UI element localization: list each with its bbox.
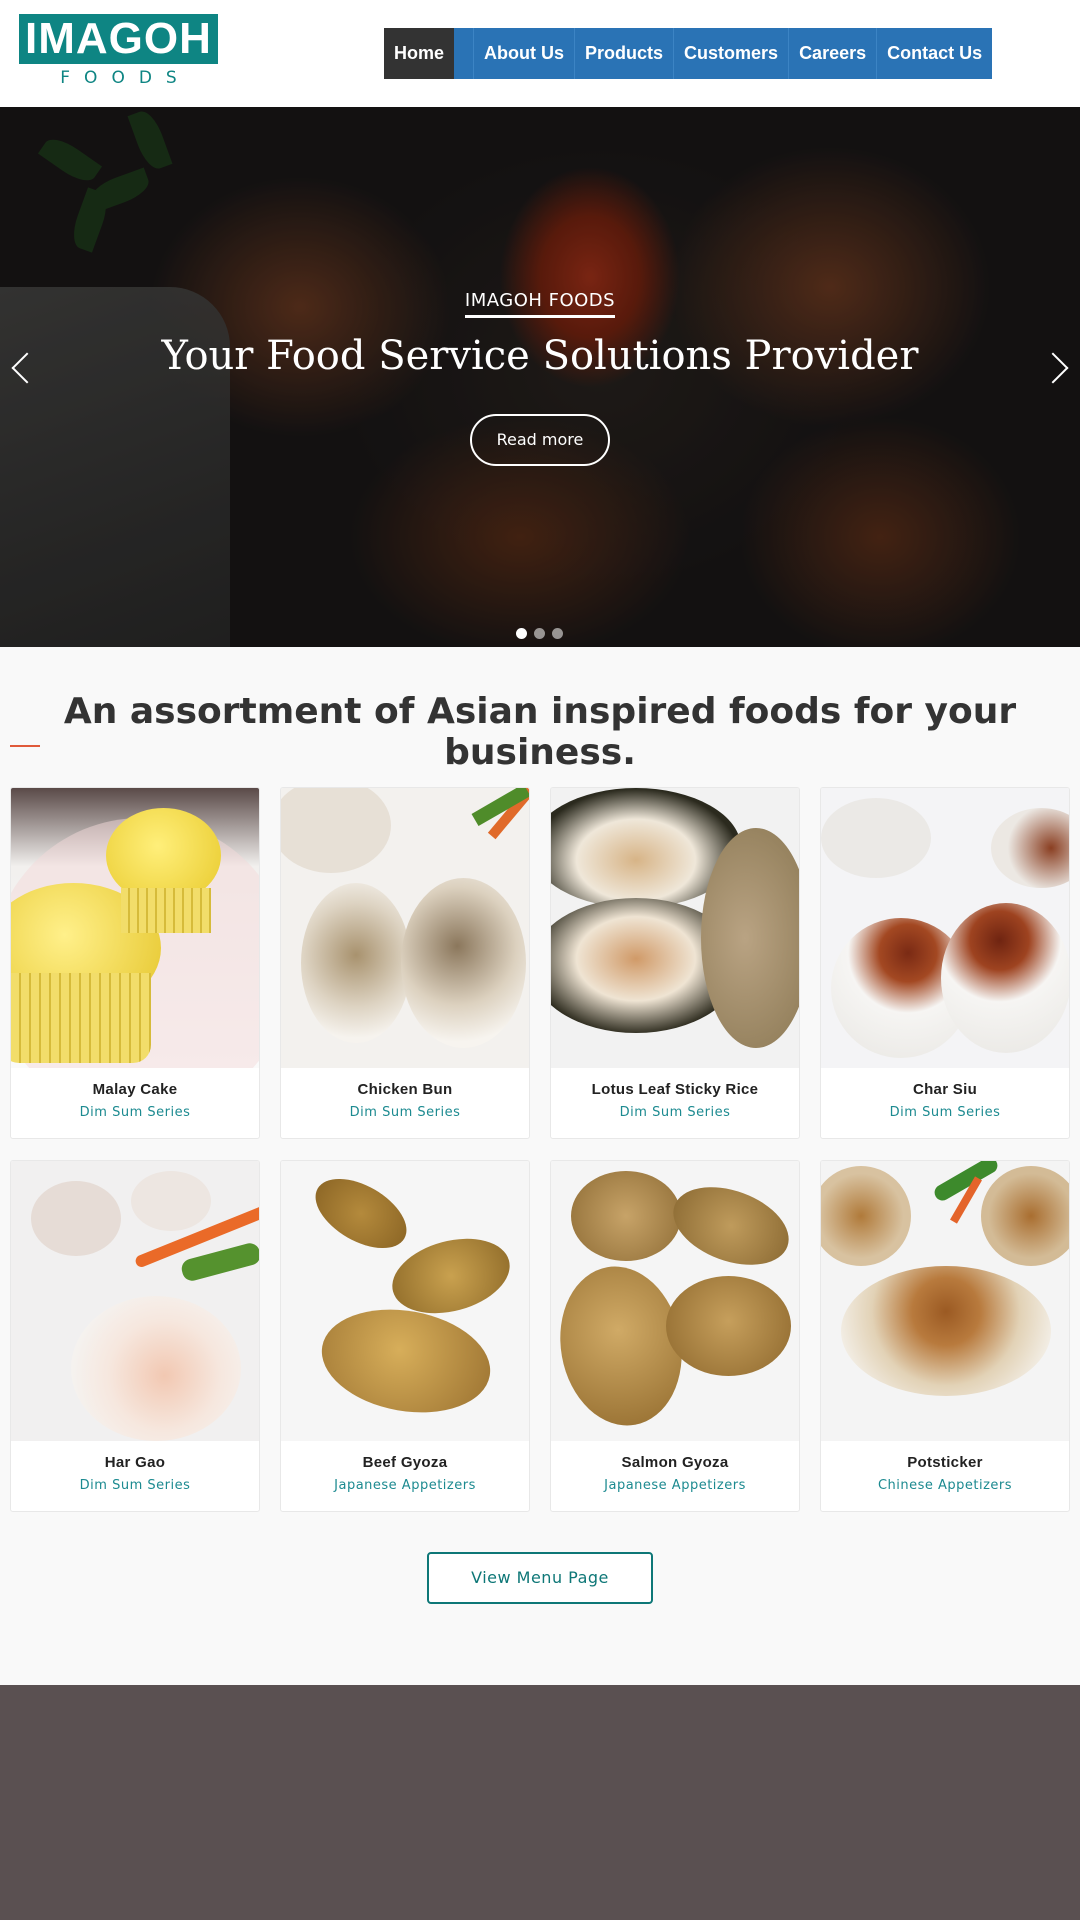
carousel-dot[interactable] — [534, 628, 545, 639]
food-piece — [301, 883, 411, 1043]
product-card[interactable]: Potsticker Chinese Appetizers — [820, 1160, 1070, 1512]
product-name: Beef Gyoza — [362, 1454, 448, 1471]
product-card[interactable]: Char Siu Dim Sum Series — [820, 787, 1070, 1139]
section-title: An assortment of Asian inspired foods fo… — [63, 691, 1017, 773]
hero-kicker-text: IMAGOH FOODS — [464, 290, 616, 318]
product-name: Lotus Leaf Sticky Rice — [591, 1081, 759, 1098]
food-piece — [303, 1164, 419, 1263]
product-card[interactable]: Lotus Leaf Sticky Rice Dim Sum Series — [550, 787, 800, 1139]
product-image — [551, 1161, 799, 1441]
food-piece — [121, 888, 211, 933]
product-name: Char Siu — [912, 1081, 978, 1098]
food-piece — [821, 798, 931, 878]
product-category[interactable]: Dim Sum Series — [821, 1105, 1069, 1120]
product-image — [11, 1161, 259, 1441]
product-image — [281, 788, 529, 1068]
product-card[interactable]: Salmon Gyoza Japanese Appetizers — [550, 1160, 800, 1512]
site-footer — [0, 1685, 1080, 1920]
carousel-dot[interactable] — [552, 628, 563, 639]
product-category[interactable]: Japanese Appetizers — [551, 1478, 799, 1493]
main-nav: Home About Us Products Customers Careers… — [384, 28, 993, 79]
product-card[interactable]: Malay Cake Dim Sum Series — [10, 787, 260, 1139]
food-piece — [31, 1181, 121, 1256]
food-piece — [662, 1172, 799, 1280]
read-more-button[interactable]: Read more — [470, 414, 610, 466]
nav-item-home[interactable]: Home — [384, 28, 456, 79]
food-piece — [981, 1166, 1069, 1266]
food-piece — [71, 1296, 241, 1441]
nav-item-products[interactable]: Products — [575, 28, 675, 79]
hero-title: Your Food Service Solutions Provider — [161, 333, 919, 379]
product-category[interactable]: Dim Sum Series — [11, 1105, 259, 1120]
nav-item-about-us[interactable]: About Us — [474, 28, 576, 79]
product-category[interactable]: Chinese Appetizers — [821, 1478, 1069, 1493]
nav-item-careers[interactable]: Careers — [789, 28, 878, 79]
product-image — [551, 788, 799, 1068]
view-menu-button[interactable]: View Menu Page — [427, 1552, 653, 1604]
product-image — [11, 788, 259, 1068]
nav-item-contact-us[interactable]: Contact Us — [877, 28, 992, 79]
food-piece — [991, 808, 1069, 888]
hero-caption: IMAGOH FOODS Your Food Service Solutions… — [0, 107, 1080, 647]
food-piece — [131, 1171, 211, 1231]
food-piece — [841, 1266, 1051, 1396]
product-category[interactable]: Dim Sum Series — [551, 1105, 799, 1120]
product-category[interactable]: Dim Sum Series — [281, 1105, 529, 1120]
food-piece — [571, 1171, 681, 1261]
carousel-dots — [516, 628, 563, 639]
nav-item-customers[interactable]: Customers — [674, 28, 790, 79]
food-piece — [701, 828, 799, 1048]
product-name: Salmon Gyoza — [621, 1454, 729, 1471]
product-image — [821, 788, 1069, 1068]
food-piece — [666, 1276, 791, 1376]
food-piece — [313, 1296, 499, 1426]
hero-carousel: IMAGOH FOODS Your Food Service Solutions… — [0, 107, 1080, 647]
product-card[interactable]: Beef Gyoza Japanese Appetizers — [280, 1160, 530, 1512]
carousel-dot[interactable] — [516, 628, 527, 639]
hero-kicker: IMAGOH FOODS — [0, 290, 1080, 318]
food-piece — [11, 973, 151, 1063]
section-accent-rule — [10, 745, 40, 747]
product-name: Malay Cake — [92, 1081, 178, 1098]
food-piece — [941, 903, 1069, 1053]
product-category[interactable]: Japanese Appetizers — [281, 1478, 529, 1493]
product-name: Chicken Bun — [357, 1081, 453, 1098]
product-name: Har Gao — [104, 1454, 166, 1471]
product-image — [821, 1161, 1069, 1441]
site-header: IMAGOH FOODS Home About Us Products Cust… — [0, 0, 1080, 107]
product-name: Potsticker — [907, 1454, 983, 1471]
product-card[interactable]: Chicken Bun Dim Sum Series — [280, 787, 530, 1139]
product-image — [281, 1161, 529, 1441]
nav-divider — [455, 28, 475, 79]
product-card[interactable]: Har Gao Dim Sum Series — [10, 1160, 260, 1512]
food-piece — [401, 878, 526, 1048]
product-category[interactable]: Dim Sum Series — [11, 1478, 259, 1493]
food-piece — [821, 1166, 911, 1266]
logo-wordmark: IMAGOH — [19, 14, 218, 64]
brand-logo[interactable]: IMAGOH FOODS — [19, 14, 218, 89]
food-piece — [281, 788, 391, 873]
logo-subtitle: FOODS — [60, 68, 191, 88]
